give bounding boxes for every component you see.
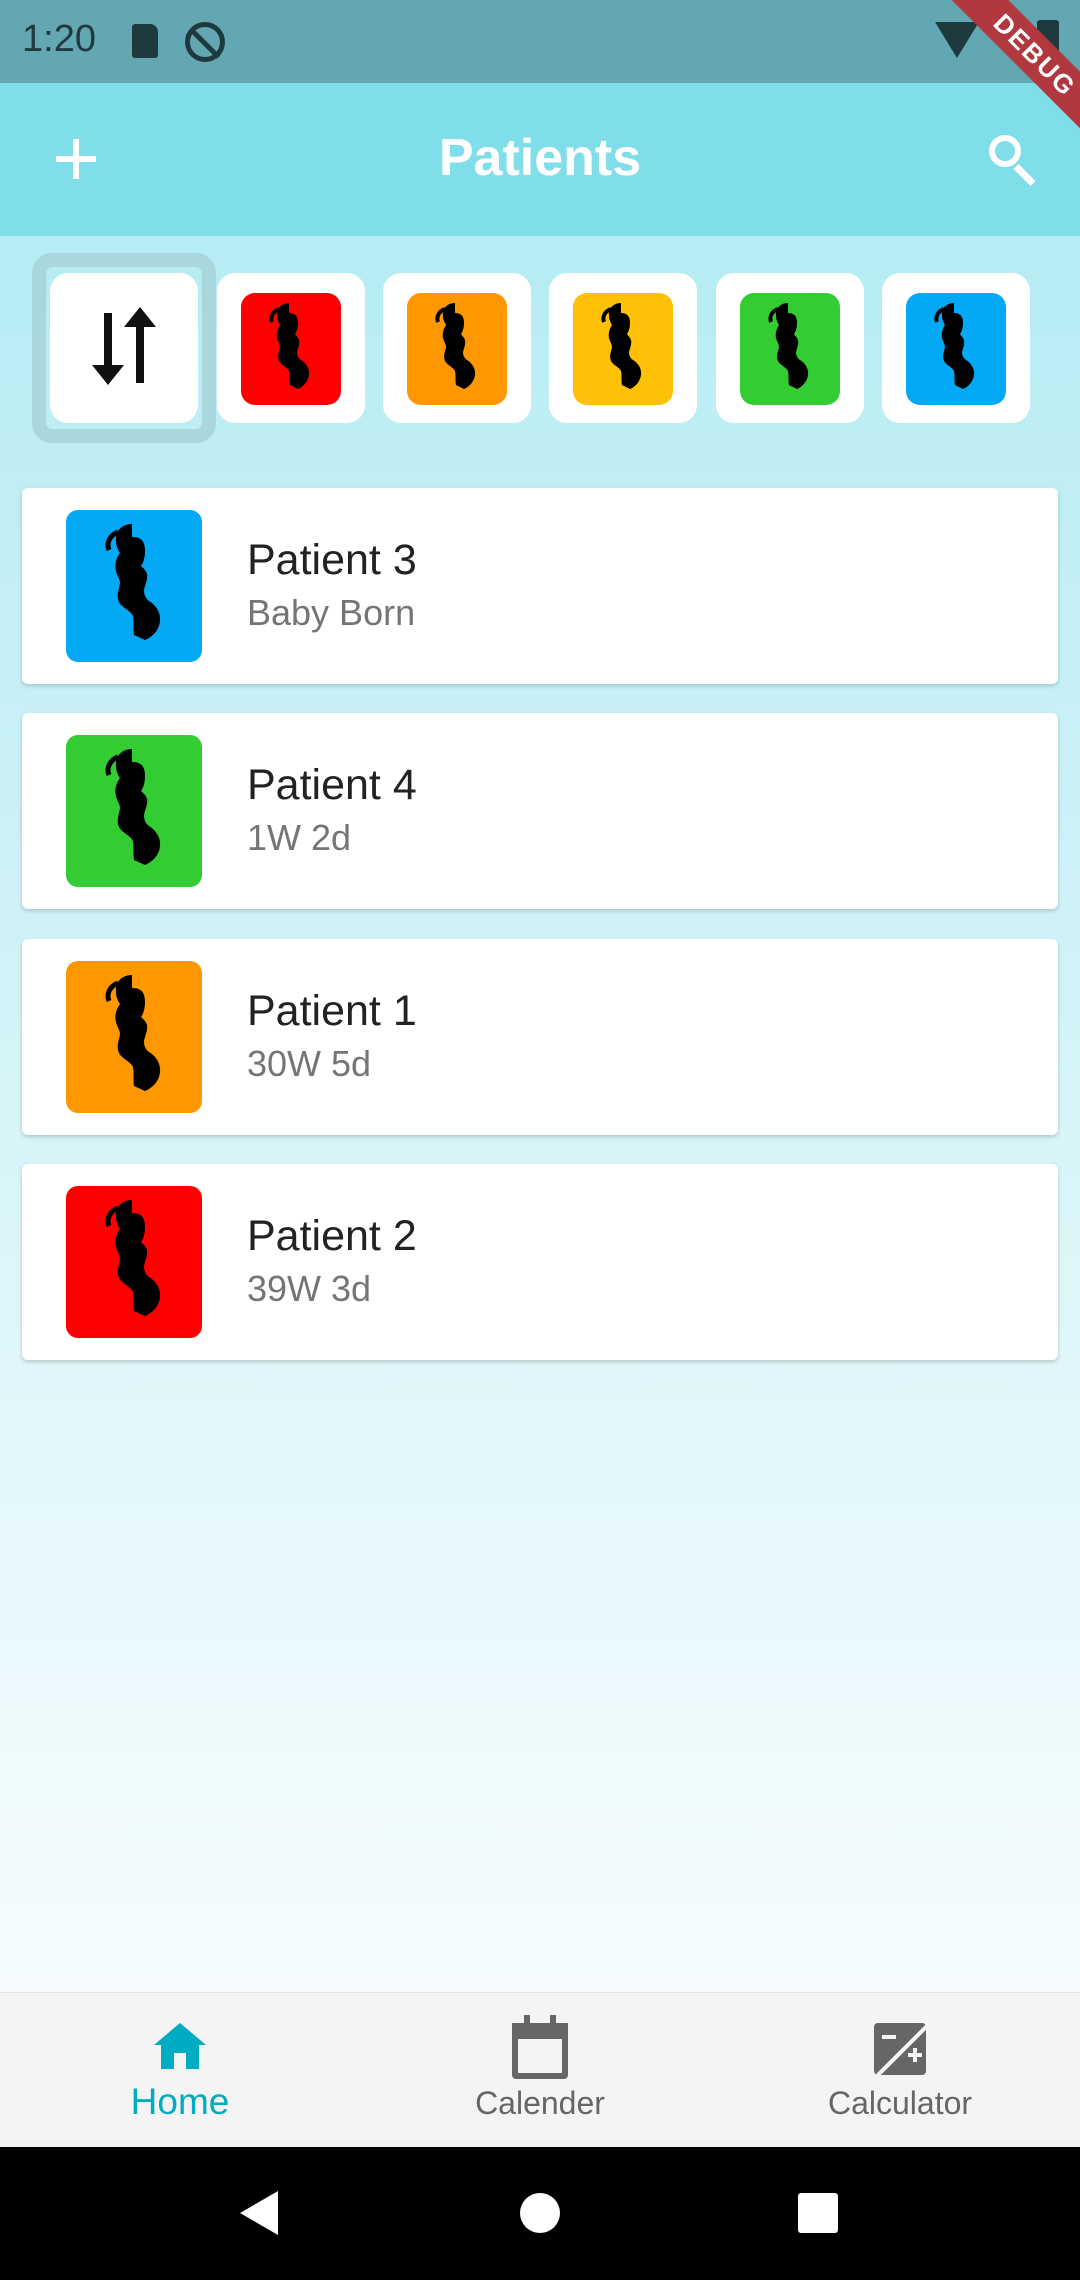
wifi-icon <box>935 22 979 58</box>
pregnant-silhouette-icon <box>740 293 840 405</box>
pregnant-silhouette-icon <box>906 293 1006 405</box>
pregnant-silhouette-icon <box>66 510 202 662</box>
patient-status: 39W 3d <box>247 1268 372 1309</box>
page-title: Patients <box>438 129 642 187</box>
filter-chip-yellow[interactable] <box>549 273 697 423</box>
filter-chip-orange[interactable] <box>383 273 531 423</box>
search-button[interactable] <box>985 133 1045 193</box>
sort-arrows-icon <box>84 307 164 385</box>
patient-name: Patient 1 <box>247 987 417 1035</box>
filter-chip-red[interactable] <box>217 273 365 423</box>
status-bar: 1:20 <box>0 0 1080 83</box>
calculator-icon <box>874 2023 926 2075</box>
patient-status: 1W 2d <box>247 817 352 858</box>
patient-status: Baby Born <box>247 592 416 633</box>
home-circle-icon[interactable] <box>520 2193 560 2233</box>
home-icon <box>154 2023 206 2069</box>
bottom-nav: Home Calender Calculator <box>0 1992 1080 2147</box>
content-area: Patient 3 Baby Born Patient 4 1W 2d Pati… <box>0 236 1080 1992</box>
patient-name: Patient 3 <box>247 536 417 584</box>
patient-status: 30W 5d <box>247 1043 372 1084</box>
nav-home-label: Home <box>130 2081 230 2122</box>
patient-card[interactable]: Patient 4 1W 2d <box>22 713 1058 909</box>
pregnant-silhouette-icon <box>66 961 202 1113</box>
recent-apps-icon[interactable] <box>798 2193 838 2233</box>
sort-button[interactable] <box>50 273 198 423</box>
nav-calendar[interactable]: Calender <box>360 1993 720 2148</box>
status-time: 1:20 <box>22 18 96 60</box>
nav-home[interactable]: Home <box>0 1993 360 2148</box>
patient-name: Patient 2 <box>247 1212 417 1260</box>
pregnant-silhouette-icon <box>573 293 673 405</box>
pregnant-silhouette-icon <box>66 735 202 887</box>
back-icon[interactable] <box>240 2191 278 2235</box>
nav-calendar-label: Calender <box>475 2085 605 2121</box>
patient-card[interactable]: Patient 3 Baby Born <box>22 488 1058 684</box>
system-nav-bar <box>0 2147 1080 2280</box>
pregnant-silhouette-icon <box>241 293 341 405</box>
search-icon <box>989 135 1021 167</box>
nav-calculator[interactable]: Calculator <box>720 1993 1080 2148</box>
pregnant-silhouette-icon <box>66 1186 202 1338</box>
sync-off-icon <box>185 22 225 62</box>
patient-card[interactable]: Patient 2 39W 3d <box>22 1164 1058 1360</box>
calendar-icon <box>512 2015 568 2079</box>
filter-row <box>0 236 1080 466</box>
app-bar: Patients <box>0 83 1080 236</box>
patient-card[interactable]: Patient 1 30W 5d <box>22 939 1058 1135</box>
filter-chip-green[interactable] <box>716 273 864 423</box>
patient-name: Patient 4 <box>247 761 417 809</box>
nav-calculator-label: Calculator <box>827 2085 973 2121</box>
sd-card-icon <box>132 24 158 58</box>
pregnant-silhouette-icon <box>407 293 507 405</box>
filter-chip-blue[interactable] <box>882 273 1030 423</box>
